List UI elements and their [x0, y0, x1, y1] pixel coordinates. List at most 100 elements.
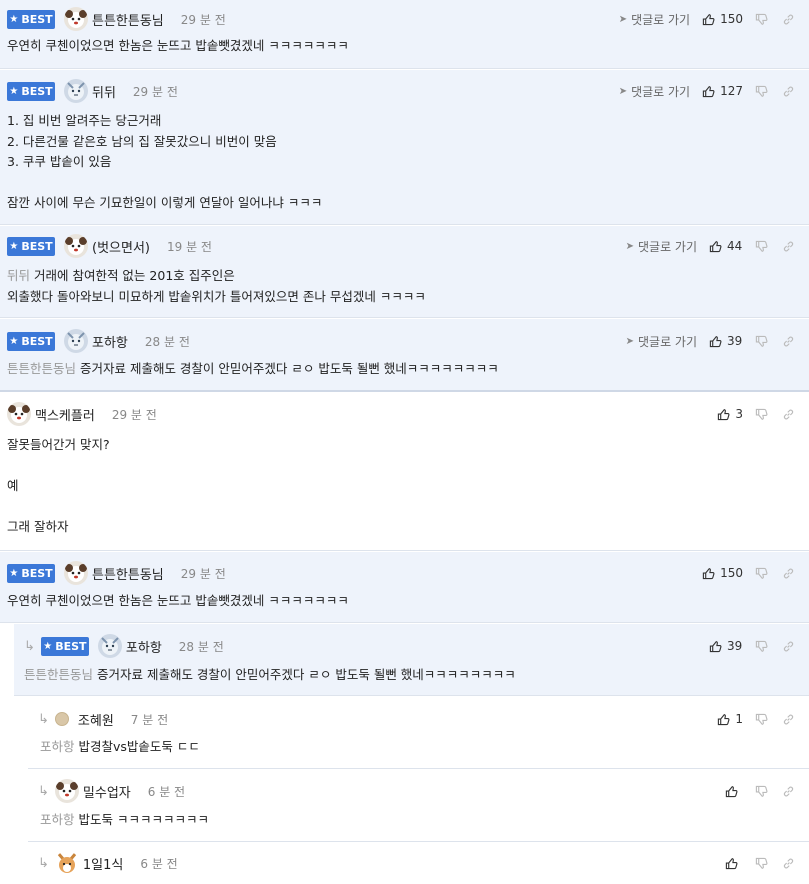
comment-body: 잘못들어간거 맞지? 예 그래 잘하자: [7, 437, 110, 534]
go-to-reply-link[interactable]: ➤ 댓글로 가기: [626, 333, 697, 350]
link-icon[interactable]: [782, 785, 795, 798]
thumbs-down-icon[interactable]: [755, 640, 768, 653]
timestamp: 29 분 전: [180, 566, 226, 581]
nickname[interactable]: 맥스케플러: [35, 405, 95, 424]
comment-actions: 150: [702, 562, 795, 584]
upvote-button[interactable]: 1: [717, 712, 743, 726]
nickname[interactable]: 밀수업자: [83, 782, 131, 801]
upvote-button[interactable]: [725, 857, 743, 870]
comment-header: ↳ ★ BEST 포하항 28 분 전 39: [14, 635, 809, 657]
comment-actions: ➤ 댓글로 가기 39: [626, 330, 795, 352]
comment-header: ↳ 밀수업자 6 분 전: [28, 780, 809, 802]
comment-body: 튼튼한튼동님 증거자료 제출해도 경찰이 안믿어주겠다 ㄹㅇ 밥도둑 될뻔 했네…: [7, 361, 499, 376]
avatar[interactable]: [64, 561, 88, 585]
thumbs-up-icon: [702, 85, 715, 98]
mention[interactable]: 튼튼한튼동님: [24, 667, 93, 682]
mention[interactable]: 튼튼한튼동님: [7, 361, 76, 376]
comment-header: ★ BEST 튼튼한튼동님 29 분 전 150: [0, 562, 809, 584]
avatar[interactable]: [55, 851, 79, 875]
nickname[interactable]: 포하항: [126, 637, 162, 656]
reply-arrow-icon: ➤: [618, 13, 628, 25]
link-icon[interactable]: [782, 335, 795, 348]
thumbs-up-icon: [725, 857, 738, 870]
avatar[interactable]: [98, 634, 122, 658]
star-icon: ★: [9, 13, 19, 25]
mention[interactable]: 뒤뒤: [7, 268, 30, 283]
star-icon: ★: [9, 240, 19, 252]
mention[interactable]: 포하항: [40, 739, 75, 754]
link-icon[interactable]: [782, 408, 795, 421]
nickname[interactable]: 뒤뒤: [92, 82, 116, 101]
thumbs-down-icon[interactable]: [755, 567, 768, 580]
thumbs-down-icon[interactable]: [755, 408, 768, 421]
mention[interactable]: 포하항: [40, 812, 75, 827]
star-icon: ★: [9, 567, 19, 579]
thumbs-up-icon: [717, 713, 730, 726]
comment-item: ★ BEST 포하항 28 분 전 ➤ 댓글로 가기 39 튼튼한튼동님 증거자료 …: [0, 319, 809, 392]
comment-body: 우연히 쿠첸이었으면 한놈은 눈뜨고 밥솥뺏겼겠네 ㅋㅋㅋㅋㅋㅋㅋ: [7, 593, 349, 608]
thumbs-up-icon: [702, 567, 715, 580]
upvote-button[interactable]: 39: [709, 639, 743, 653]
upvote-count: 150: [720, 566, 743, 580]
avatar[interactable]: [54, 712, 69, 726]
go-to-reply-link[interactable]: ➤ 댓글로 가기: [619, 83, 690, 100]
upvote-button[interactable]: 39: [709, 334, 743, 348]
comment-body: 우연히 쿠첸이었으면 한놈은 눈뜨고 밥솥뺏겼겠네 ㅋㅋㅋㅋㅋㅋㅋ: [7, 38, 349, 53]
upvote-button[interactable]: 150: [702, 566, 743, 580]
thumbs-down-icon[interactable]: [755, 857, 768, 870]
thumbs-up-icon: [709, 335, 722, 348]
avatar[interactable]: [7, 402, 31, 426]
nested-reply-icon: ↳: [38, 711, 49, 727]
link-icon[interactable]: [782, 857, 795, 870]
thumbs-down-icon[interactable]: [755, 785, 768, 798]
comment-item: ★ BEST 튼튼한튼동님 29 분 전 150 우연히 쿠첸이었으면 한놈은 눈…: [0, 552, 809, 623]
timestamp: 6 분 전: [140, 856, 178, 871]
nickname[interactable]: 튼튼한튼동님: [92, 564, 164, 583]
best-badge: ★ BEST: [40, 636, 89, 656]
comment-reply: ↳ 1일1식 6 분 전: [28, 843, 809, 884]
upvote-button[interactable]: 3: [717, 407, 743, 421]
upvote-count: 127: [720, 84, 743, 98]
nickname[interactable]: (벗으면서): [92, 237, 150, 256]
nickname[interactable]: 1일1식: [83, 854, 123, 873]
comment-item: ★ BEST 뒤뒤 29 분 전 ➤ 댓글로 가기 127 1. 집 비번 알려주는…: [0, 70, 809, 225]
avatar[interactable]: [64, 329, 88, 353]
upvote-count: 1: [735, 712, 743, 726]
go-to-reply-link[interactable]: ➤ 댓글로 가기: [619, 11, 690, 28]
upvote-button[interactable]: 150: [702, 12, 743, 26]
upvote-count: 3: [735, 407, 743, 421]
thumbs-down-icon[interactable]: [755, 713, 768, 726]
upvote-button[interactable]: 127: [702, 84, 743, 98]
timestamp: 28 분 전: [144, 334, 190, 349]
thumbs-up-icon: [725, 785, 738, 798]
comment-body: 포하항 밥도둑 ㅋㅋㅋㅋㅋㅋㅋㅋ: [40, 812, 209, 827]
link-icon[interactable]: [782, 13, 795, 26]
nickname[interactable]: 조혜원: [78, 710, 114, 729]
link-icon[interactable]: [782, 640, 795, 653]
avatar[interactable]: [64, 7, 88, 31]
thumbs-down-icon[interactable]: [755, 13, 768, 26]
timestamp: 7 분 전: [130, 712, 169, 727]
star-icon: ★: [43, 640, 53, 652]
thumbs-down-icon[interactable]: [755, 335, 768, 348]
nickname[interactable]: 튼튼한튼동님: [92, 10, 164, 29]
comment-header: ★ BEST (벗으면서) 19 분 전 ➤ 댓글로 가기 44: [0, 235, 809, 257]
link-icon[interactable]: [782, 567, 795, 580]
link-icon[interactable]: [782, 713, 795, 726]
timestamp: 6 분 전: [147, 784, 186, 799]
thumbs-down-icon[interactable]: [755, 85, 768, 98]
link-icon[interactable]: [782, 85, 795, 98]
nickname[interactable]: 포하항: [92, 332, 128, 351]
thumbs-down-icon[interactable]: [755, 240, 768, 253]
avatar[interactable]: [64, 79, 88, 103]
comment-actions: [725, 780, 795, 802]
link-icon[interactable]: [782, 240, 795, 253]
go-to-reply-link[interactable]: ➤ 댓글로 가기: [626, 238, 697, 255]
comment-body: 뒤뒤 거래에 참여한적 없는 201호 집주인은 외출했다 돌아와보니 미묘하게…: [7, 268, 426, 304]
upvote-button[interactable]: [725, 785, 743, 798]
avatar[interactable]: [64, 234, 88, 258]
thumbs-up-icon: [709, 640, 722, 653]
upvote-button[interactable]: 44: [709, 239, 743, 253]
avatar[interactable]: [55, 779, 79, 803]
upvote-count: 150: [720, 12, 743, 26]
